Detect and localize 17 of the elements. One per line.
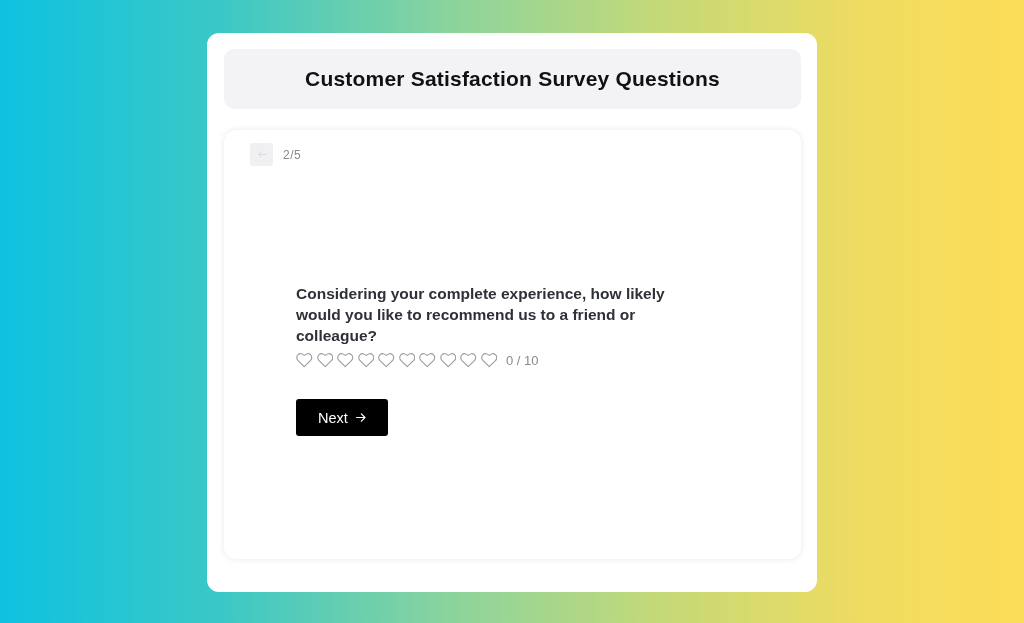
rating-reading: 0 / 10 [506, 353, 539, 368]
heart-icon[interactable] [480, 353, 497, 368]
heart-icon[interactable] [460, 353, 477, 368]
heart-icon[interactable] [316, 353, 333, 368]
heart-rating[interactable] [296, 353, 497, 368]
heart-icon[interactable] [378, 353, 395, 368]
progress-counter: 2/5 [283, 147, 302, 162]
question-text: Considering your complete experience, how likely would you like to recommend us to a friend or colleague? [296, 284, 666, 346]
heart-icon[interactable] [357, 353, 374, 368]
next-button[interactable]: Next [296, 399, 388, 436]
heart-icon[interactable] [296, 353, 313, 368]
heart-icon[interactable] [419, 353, 436, 368]
heart-icon[interactable] [439, 353, 456, 368]
heart-icon[interactable] [337, 353, 354, 368]
arrow-right-icon [355, 413, 366, 422]
heart-icon[interactable] [398, 353, 415, 368]
survey-title: Customer Satisfaction Survey Questions [305, 67, 720, 91]
